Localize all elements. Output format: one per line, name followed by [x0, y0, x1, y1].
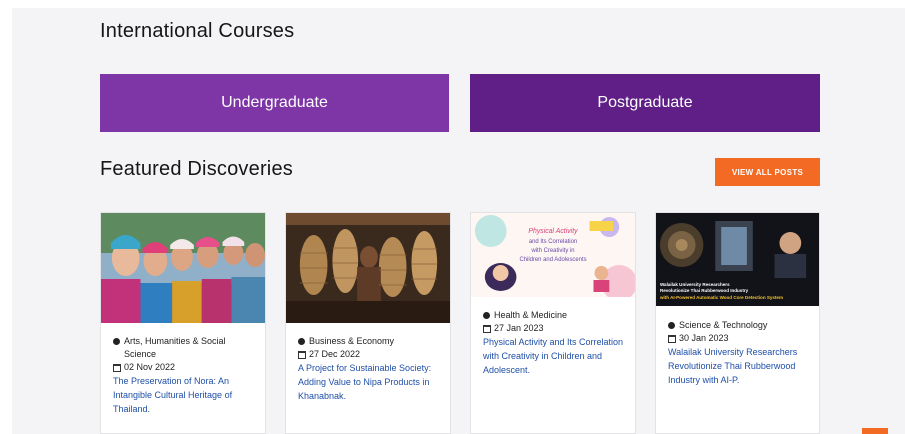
post-date: 27 Jan 2023: [494, 323, 544, 333]
post-card-3[interactable]: Physical Activity and Its Correlation wi…: [470, 212, 636, 434]
scroll-to-top-button[interactable]: [862, 428, 888, 434]
post-category: Business & Economy: [309, 336, 395, 346]
image-caption-line-3: with Creativity in: [530, 248, 574, 254]
calendar-icon: [113, 363, 121, 372]
featured-discoveries-heading: Featured Discoveries: [100, 158, 293, 180]
image-caption-line-2: Revolutionize Thai Rubberwood Industry: [660, 288, 749, 293]
post-card-2[interactable]: Business & Economy 27 Dec 2022 A Project…: [285, 212, 451, 434]
post-category: Science & Technology: [679, 320, 768, 330]
post-card-4[interactable]: Walailak University Researchers Revoluti…: [655, 212, 820, 434]
post-title-link[interactable]: Physical Activity and Its Correlation wi…: [483, 335, 627, 377]
post-title-link[interactable]: Walailak University Researchers Revoluti…: [668, 345, 811, 387]
calendar-icon: [483, 324, 491, 333]
post-category: Arts, Humanities & Social Science: [124, 336, 226, 359]
category-bullet-icon: [668, 322, 675, 329]
post-date: 02 Nov 2022: [124, 362, 176, 372]
undergraduate-button[interactable]: Undergraduate: [100, 74, 449, 132]
image-caption-line-3: with AI-Powered Automatic Wood Core Dete…: [659, 295, 783, 300]
image-caption-line-1: Physical Activity: [528, 228, 578, 235]
calendar-icon: [668, 334, 676, 343]
post-image-rubberwood-ai[interactable]: Walailak University Researchers Revoluti…: [656, 213, 819, 306]
image-caption-line-4: Children and Adolescents: [519, 257, 586, 263]
category-bullet-icon: [113, 338, 120, 345]
calendar-icon: [298, 350, 306, 359]
post-image-physical-activity[interactable]: Physical Activity and Its Correlation wi…: [471, 213, 635, 297]
post-date: 30 Jan 2023: [679, 333, 729, 343]
post-image-nora-dancers[interactable]: [101, 213, 265, 323]
post-category: Health & Medicine: [494, 310, 568, 320]
post-title-link[interactable]: A Project for Sustainable Society: Addin…: [298, 361, 442, 403]
post-date: 27 Dec 2022: [309, 349, 361, 359]
image-caption-line-1: Walailak University Researchers: [660, 282, 730, 287]
category-bullet-icon: [483, 312, 490, 319]
postgraduate-button[interactable]: Postgraduate: [470, 74, 820, 132]
international-courses-heading: International Courses: [100, 20, 295, 42]
post-image-nipa-baskets[interactable]: [286, 213, 450, 323]
image-caption-line-2: and Its Correlation: [529, 239, 577, 245]
view-all-posts-button[interactable]: VIEW ALL POSTS: [715, 158, 820, 186]
post-title-link[interactable]: The Preservation of Nora: An Intangible …: [113, 374, 257, 416]
post-card-1[interactable]: Arts, Humanities & Social Science 02 Nov…: [100, 212, 266, 434]
category-bullet-icon: [298, 338, 305, 345]
